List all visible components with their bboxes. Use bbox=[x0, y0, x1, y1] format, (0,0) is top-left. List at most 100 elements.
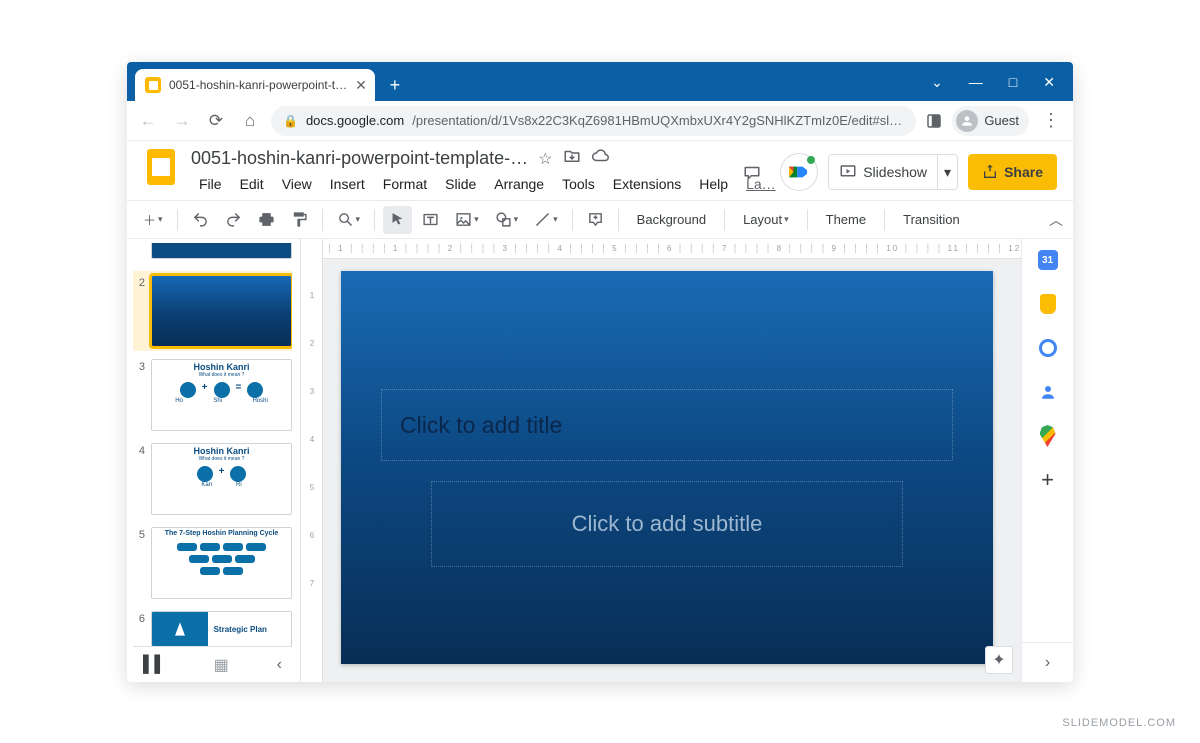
slide-thumb-2[interactable] bbox=[151, 275, 292, 347]
vertical-ruler: 1234567 bbox=[301, 239, 323, 682]
explore-button[interactable]: ✦ bbox=[985, 646, 1013, 674]
tasks-icon[interactable] bbox=[1037, 337, 1059, 359]
shape-tool[interactable]: ▾ bbox=[489, 206, 525, 234]
subtitle-placeholder[interactable]: Click to add subtitle bbox=[431, 481, 903, 567]
slide-thumb-6[interactable]: Strategic Plan bbox=[151, 611, 292, 646]
slide-thumb-3[interactable]: Hoshin Kanri What does it mean ? += HoSh… bbox=[151, 359, 292, 431]
comments-button[interactable] bbox=[734, 154, 770, 190]
tab-title: 0051-hoshin-kanri-powerpoint-t… bbox=[169, 78, 347, 92]
menu-format[interactable]: Format bbox=[375, 174, 435, 194]
grid-view-icon[interactable]: ▦ bbox=[214, 655, 229, 675]
browser-window: 0051-hoshin-kanri-powerpoint-t… ✕ + ⌄ — … bbox=[127, 62, 1073, 682]
share-button[interactable]: Share bbox=[968, 154, 1057, 190]
meet-status-dot bbox=[807, 156, 815, 164]
menu-view[interactable]: View bbox=[274, 174, 320, 194]
image-tool[interactable]: ▾ bbox=[449, 206, 485, 234]
transition-button[interactable]: Transition bbox=[893, 206, 970, 234]
reload-button[interactable]: ⟳ bbox=[203, 108, 229, 134]
menu-tools[interactable]: Tools bbox=[554, 174, 603, 194]
layout-button[interactable]: Layout▾ bbox=[733, 206, 799, 234]
avatar-icon bbox=[956, 110, 978, 132]
browser-tabstrip: 0051-hoshin-kanri-powerpoint-t… ✕ + ⌄ — … bbox=[127, 62, 1073, 101]
docs-header: 0051-hoshin-kanri-powerpoint-template-… … bbox=[127, 141, 1073, 201]
menu-edit[interactable]: Edit bbox=[232, 174, 272, 194]
background-button[interactable]: Background bbox=[627, 206, 716, 234]
keep-icon[interactable] bbox=[1037, 293, 1059, 315]
slideshow-button[interactable]: Slideshow bbox=[828, 154, 938, 190]
omnibox[interactable]: 🔒 docs.google.com/presentation/d/1Vs8x22… bbox=[271, 106, 916, 136]
home-button[interactable]: ⌂ bbox=[237, 108, 263, 134]
paint-format-button[interactable] bbox=[285, 206, 314, 234]
slide-number: 5 bbox=[133, 527, 145, 599]
menu-help[interactable]: Help bbox=[691, 174, 736, 194]
slide-number: 4 bbox=[133, 443, 145, 515]
collapse-toolbar-icon[interactable]: ︿ bbox=[1049, 210, 1063, 230]
slides-logo[interactable] bbox=[141, 147, 181, 187]
profile-chip[interactable]: Guest bbox=[952, 106, 1029, 136]
slide-panel: 2 3 Hoshin Kanri What does it mean ? += … bbox=[127, 239, 301, 682]
textbox-tool[interactable] bbox=[416, 206, 445, 234]
menu-insert[interactable]: Insert bbox=[322, 174, 373, 194]
move-icon[interactable] bbox=[563, 147, 581, 170]
slide-canvas[interactable]: Click to add title Click to add subtitle… bbox=[323, 259, 1021, 682]
tab-search-icon[interactable]: ⌄ bbox=[931, 75, 943, 89]
comment-tool[interactable] bbox=[581, 206, 610, 234]
browser-menu-icon[interactable]: ⋮ bbox=[1037, 110, 1065, 131]
line-tool[interactable]: ▾ bbox=[528, 206, 564, 234]
horizontal-ruler: ┊ 1 ┊ ┊ ┊ ┊ 1 ┊ ┊ ┊ ┊ 2 ┊ ┊ ┊ ┊ 3 ┊ ┊ ┊ … bbox=[323, 239, 1021, 259]
toolbar: ＋▾ ▾ ▾ ▾ ▾ Background Layout▾ Theme Tran… bbox=[127, 201, 1073, 239]
window-controls: ⌄ — □ ✕ bbox=[913, 62, 1073, 101]
menu-extensions[interactable]: Extensions bbox=[605, 174, 689, 194]
theme-button[interactable]: Theme bbox=[816, 206, 876, 234]
url-host: docs.google.com bbox=[306, 113, 404, 128]
watermark: SLIDEMODEL.COM bbox=[1062, 717, 1176, 729]
slide-number: 2 bbox=[133, 275, 145, 347]
minimize-button[interactable]: — bbox=[969, 75, 983, 89]
forward-button[interactable]: → bbox=[169, 108, 195, 134]
side-panel: 31 + › bbox=[1021, 239, 1073, 682]
menu-arrange[interactable]: Arrange bbox=[486, 174, 552, 194]
slides-favicon bbox=[145, 77, 161, 93]
addons-icon[interactable]: + bbox=[1037, 469, 1059, 491]
close-tab-icon[interactable]: ✕ bbox=[355, 77, 367, 94]
slideshow-label: Slideshow bbox=[863, 164, 927, 180]
title-placeholder[interactable]: Click to add title bbox=[381, 389, 953, 461]
expand-sidepanel-icon[interactable]: › bbox=[1022, 642, 1073, 682]
print-button[interactable] bbox=[252, 206, 281, 234]
zoom-button[interactable]: ▾ bbox=[331, 206, 367, 234]
browser-tab[interactable]: 0051-hoshin-kanri-powerpoint-t… ✕ bbox=[135, 69, 375, 101]
back-button[interactable]: ← bbox=[135, 108, 161, 134]
select-tool[interactable] bbox=[383, 206, 412, 234]
slide-thumb-5[interactable]: The 7-Step Hoshin Planning Cycle bbox=[151, 527, 292, 599]
new-tab-button[interactable]: + bbox=[381, 71, 409, 99]
thumb-footer: ▌▌ ▦ ‹ bbox=[133, 646, 292, 682]
slide-thumb-partial[interactable] bbox=[151, 243, 292, 259]
undo-button[interactable] bbox=[186, 206, 215, 234]
document-title[interactable]: 0051-hoshin-kanri-powerpoint-template-… bbox=[191, 148, 528, 169]
redo-button[interactable] bbox=[219, 206, 248, 234]
calendar-icon[interactable]: 31 bbox=[1037, 249, 1059, 271]
lock-icon: 🔒 bbox=[283, 114, 298, 128]
slide[interactable]: Click to add title Click to add subtitle bbox=[341, 271, 993, 664]
contacts-icon[interactable] bbox=[1037, 381, 1059, 403]
maximize-button[interactable]: □ bbox=[1009, 75, 1017, 89]
slideshow-dropdown[interactable]: ▾ bbox=[938, 154, 958, 190]
canvas-area: 1234567 ┊ 1 ┊ ┊ ┊ ┊ 1 ┊ ┊ ┊ ┊ 2 ┊ ┊ ┊ ┊ … bbox=[301, 239, 1021, 682]
close-window-button[interactable]: ✕ bbox=[1043, 75, 1055, 89]
reader-mode-icon[interactable] bbox=[924, 111, 944, 131]
cloud-status-icon[interactable] bbox=[591, 147, 609, 170]
meet-button[interactable] bbox=[780, 153, 818, 191]
menu-slide[interactable]: Slide bbox=[437, 174, 484, 194]
maps-icon[interactable] bbox=[1037, 425, 1059, 447]
star-icon[interactable]: ☆ bbox=[538, 149, 552, 169]
share-label: Share bbox=[1004, 164, 1043, 180]
menu-file[interactable]: File bbox=[191, 174, 230, 194]
slide-thumb-4[interactable]: Hoshin Kanri What does it mean ? + KanRi bbox=[151, 443, 292, 515]
menu-bar: File Edit View Insert Format Slide Arran… bbox=[191, 170, 724, 200]
profile-label: Guest bbox=[984, 113, 1019, 128]
workspace: 2 3 Hoshin Kanri What does it mean ? += … bbox=[127, 239, 1073, 682]
filmstrip-view-icon[interactable]: ▌▌ bbox=[143, 656, 166, 674]
new-slide-button[interactable]: ＋▾ bbox=[137, 206, 169, 234]
collapse-panel-icon[interactable]: ‹ bbox=[277, 656, 282, 674]
slide-number: 6 bbox=[133, 611, 145, 646]
